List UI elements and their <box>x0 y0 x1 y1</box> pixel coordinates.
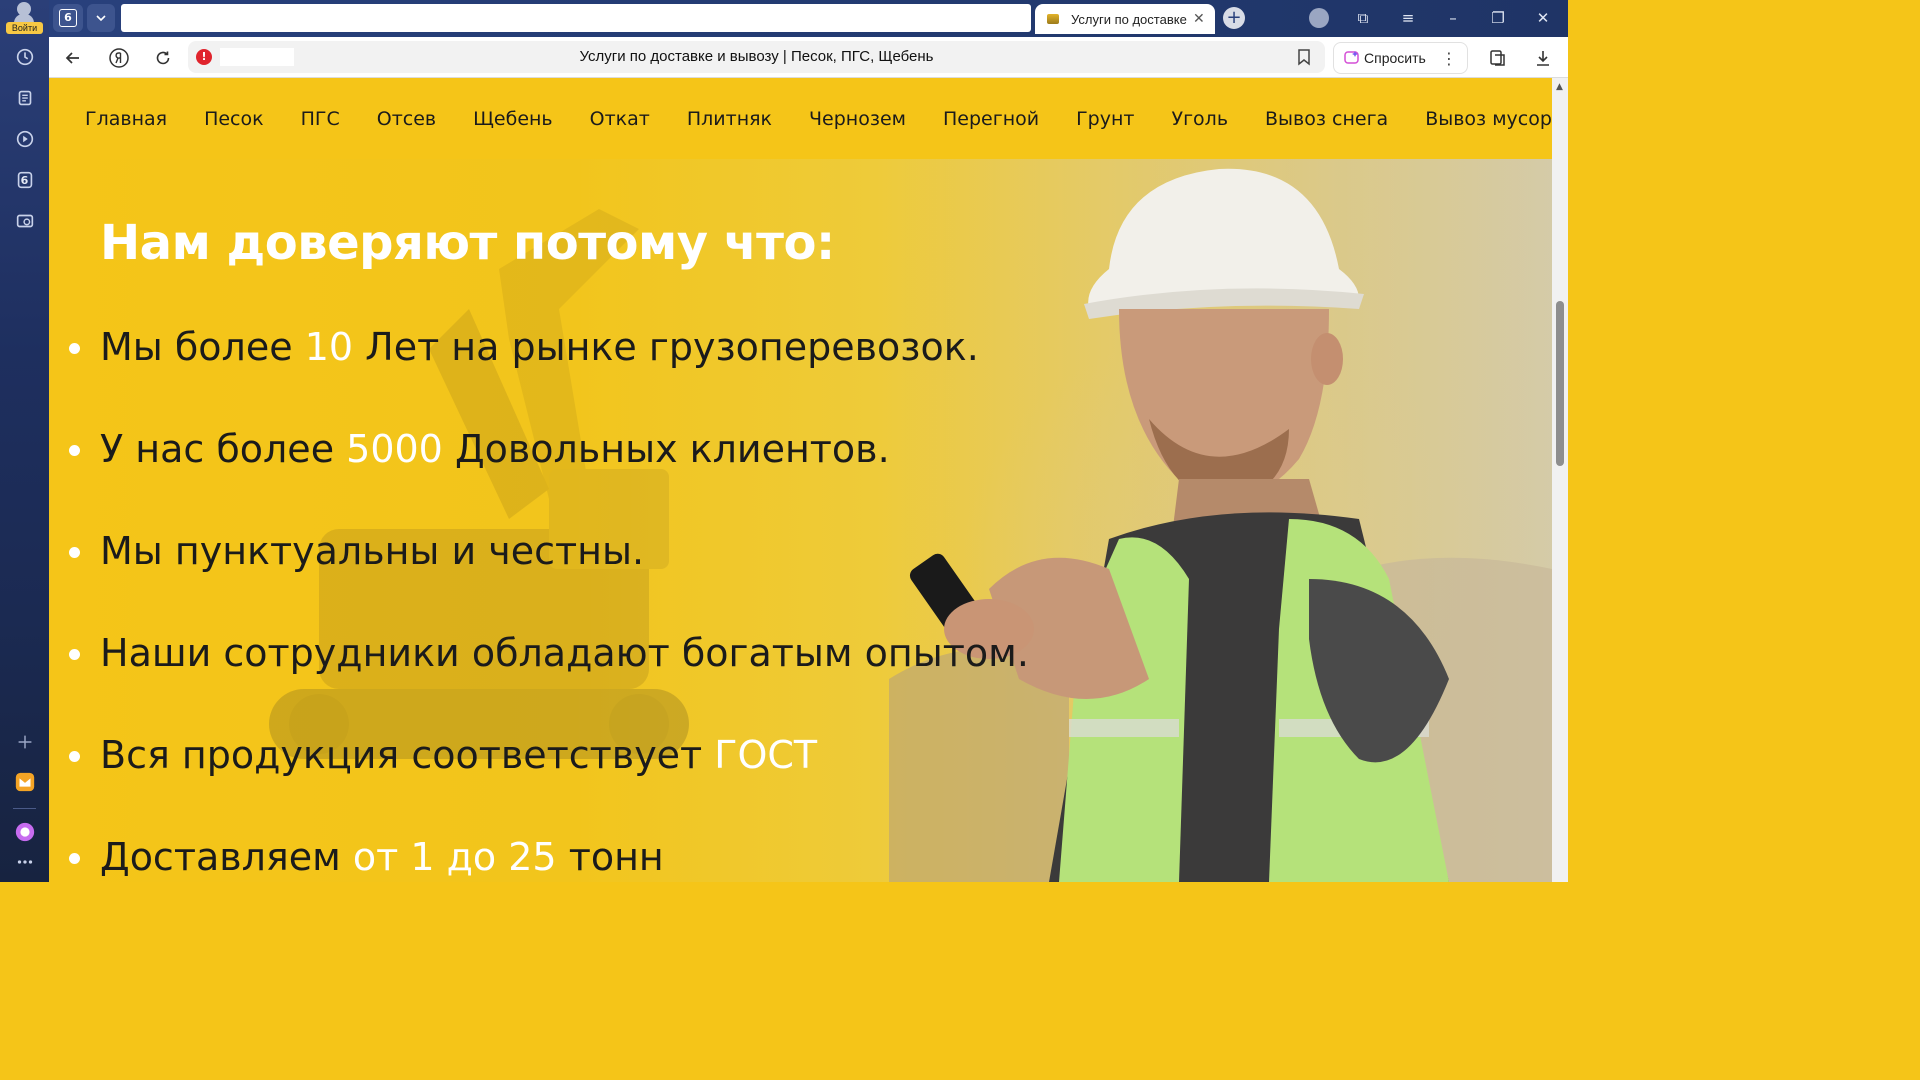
play-icon <box>16 130 33 148</box>
more-dots-icon <box>17 860 32 864</box>
download-icon <box>1537 51 1549 66</box>
sidebar-divider <box>13 808 36 809</box>
sidebar-collections-button[interactable] <box>0 78 49 118</box>
sidebar-add-button[interactable] <box>0 722 49 762</box>
sidebar-video-button[interactable] <box>0 119 49 159</box>
site-main-nav: Главная Песок ПГС Отсев Щебень Откат Пли… <box>49 78 1552 159</box>
close-tab-icon[interactable]: ✕ <box>1193 11 1205 27</box>
sidebar-tab-count: 6 <box>20 173 29 187</box>
nav-item-pgs[interactable]: ПГС <box>301 108 340 130</box>
ask-ai-button[interactable]: Спросить ⋮ <box>1333 42 1468 74</box>
list-item: Мы пунктуальны и честны. <box>67 523 1029 625</box>
back-button[interactable] <box>60 45 86 71</box>
alice-assistant-icon <box>15 822 34 842</box>
nav-item-snow-removal[interactable]: Вывоз снега <box>1265 108 1388 130</box>
collections-icon <box>18 90 31 106</box>
camera-icon <box>16 214 33 228</box>
reader-mode-button[interactable] <box>1485 45 1511 71</box>
list-item: Вся продукция соответствует ГОСТ <box>67 727 1029 829</box>
trust-reasons-list: Мы более 10 Лет на рынке грузоперевозок.… <box>67 319 1029 882</box>
plus-icon <box>18 735 31 749</box>
scroll-up-arrow-icon[interactable]: ▲ <box>1556 82 1563 92</box>
scrollbar-thumb[interactable] <box>1556 301 1564 466</box>
sidebar-more-button[interactable] <box>0 842 49 882</box>
tab-list-dropdown[interactable] <box>87 4 115 32</box>
sidebar-mail-button[interactable] <box>0 762 49 802</box>
sidebar-history-button[interactable] <box>0 37 49 77</box>
minimize-icon[interactable]: – <box>1440 6 1466 30</box>
active-tab-title: Услуги по доставке <box>1071 11 1187 27</box>
menu-icon[interactable]: ≡ <box>1395 6 1421 30</box>
page-scrollbar[interactable]: ▲ <box>1552 78 1568 882</box>
restore-icon[interactable]: ❐ <box>1485 6 1511 30</box>
login-button[interactable]: Войти <box>6 2 43 34</box>
chevron-down-icon <box>96 15 106 22</box>
reader-icon <box>1490 50 1505 66</box>
downloads-button[interactable] <box>1530 45 1556 71</box>
blank-tab-area <box>121 4 1031 32</box>
nav-item-otsev[interactable]: Отсев <box>377 108 436 130</box>
address-field[interactable]: ! Услуги по доставке и вывозу | Песок, П… <box>188 41 1325 73</box>
reload-icon <box>156 51 170 65</box>
sidebar-tabs-button[interactable]: 6 <box>0 160 49 200</box>
bookmark-icon[interactable] <box>1294 47 1314 67</box>
list-item: У нас более 5000 Довольных клиентов. <box>67 421 1029 523</box>
trust-section-title: Нам доверяют потому что: <box>100 215 835 272</box>
nav-item-peregnoy[interactable]: Перегной <box>943 108 1039 130</box>
new-tab-button[interactable]: + <box>1223 7 1245 29</box>
sidebar-screenshot-button[interactable] <box>0 201 49 241</box>
nav-item-chernozem[interactable]: Чернозем <box>809 108 906 130</box>
site-favicon-icon <box>1047 14 1059 24</box>
ask-more-icon[interactable]: ⋮ <box>1441 49 1457 68</box>
browser-sidebar: Войти 6 <box>0 0 49 882</box>
nav-item-sand[interactable]: Песок <box>204 108 264 130</box>
active-tab[interactable]: Услуги по доставке ✕ <box>1035 4 1215 34</box>
address-page-title: Услуги по доставке и вывозу | Песок, ПГС… <box>579 48 934 65</box>
address-bar-row: ! Услуги по доставке и вывозу | Песок, П… <box>49 37 1568 78</box>
tab-count: 6 <box>59 9 77 27</box>
sparkle-icon <box>1344 51 1359 64</box>
nav-item-grunt[interactable]: Грунт <box>1076 108 1134 130</box>
mail-icon <box>15 772 34 792</box>
yandex-logo-icon <box>109 48 129 68</box>
ask-ai-label: Спросить <box>1364 50 1426 66</box>
list-item: Доставляем от 1 до 25 тонн <box>67 829 1029 882</box>
list-item: Мы более 10 Лет на рынке грузоперевозок. <box>67 319 1029 421</box>
yandex-button[interactable] <box>106 45 132 71</box>
close-window-icon[interactable]: ✕ <box>1530 6 1556 30</box>
user-avatar-icon <box>14 2 34 23</box>
clock-icon <box>16 48 33 66</box>
nav-item-coal[interactable]: Уголь <box>1171 108 1228 130</box>
profile-icon[interactable] <box>1309 8 1329 28</box>
reload-button[interactable] <box>150 45 176 71</box>
collections-panel-icon[interactable]: ⧉ <box>1350 6 1376 30</box>
nav-item-gravel[interactable]: Щебень <box>473 108 553 130</box>
login-label: Войти <box>6 22 43 34</box>
trust-section: Нам доверяют потому что: Мы более 10 Лет… <box>49 159 1552 882</box>
list-item: Наши сотрудники обладают богатым опытом. <box>67 625 1029 727</box>
web-page: Главная Песок ПГС Отсев Щебень Откат Пли… <box>49 78 1552 882</box>
arrow-left-icon <box>65 52 79 64</box>
tab-counter-button[interactable]: 6 <box>53 4 83 32</box>
browser-tab-bar: 6 Услуги по доставке ✕ + ⧉ ≡ – ❐ ✕ <box>49 0 1568 37</box>
nav-item-plitnyak[interactable]: Плитняк <box>687 108 772 130</box>
nav-item-main[interactable]: Главная <box>85 108 167 130</box>
nav-item-otkat[interactable]: Откат <box>590 108 650 130</box>
nav-item-garbage-removal[interactable]: Вывоз мусора <box>1425 108 1552 130</box>
